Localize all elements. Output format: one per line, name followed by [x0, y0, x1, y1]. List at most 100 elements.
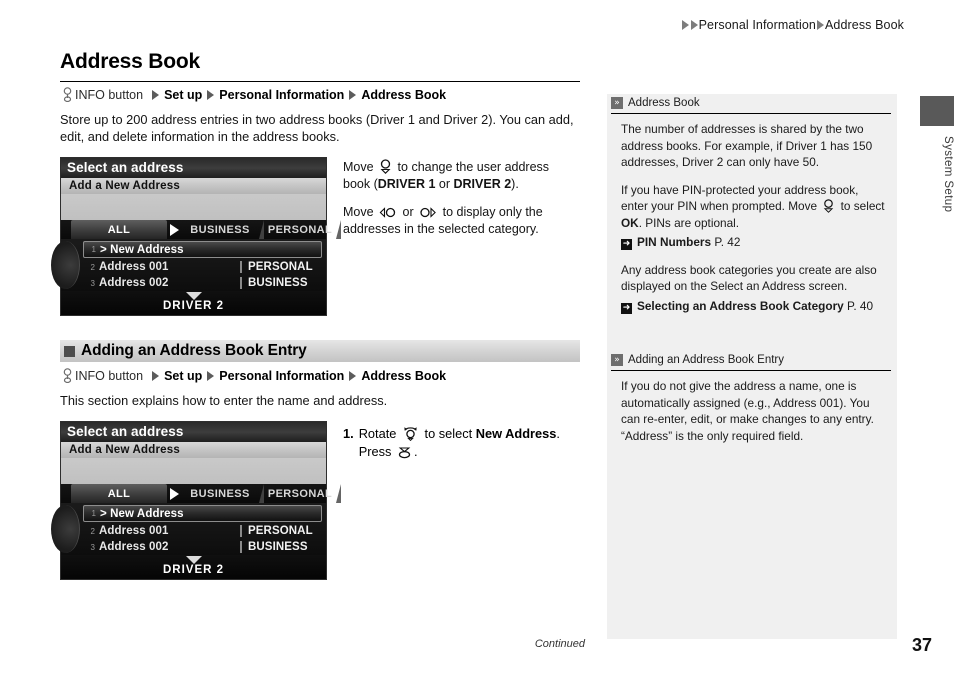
list-item[interactable]: 1 > New Address: [83, 505, 322, 522]
nav-tab-next-icon: [167, 484, 181, 503]
section-heading: Adding an Address Book Entry: [81, 342, 307, 359]
cross-reference-select-category[interactable]: ➜ Selecting an Address Book Category P. …: [621, 298, 885, 315]
step-target: New Address: [475, 426, 557, 441]
nav-path-step-personal-information: Personal Information: [219, 87, 345, 102]
step-item-1: 1. Rotate to select New Address. Press .: [343, 421, 575, 461]
chevron-right-icon: [690, 20, 698, 30]
list-item-category: BUSINESS: [240, 541, 322, 553]
breadcrumb: Personal Information Address Book: [0, 18, 904, 32]
nav-tab-all[interactable]: ALL: [71, 484, 167, 503]
nav-path-secondary: INFO button Set up Personal Information …: [60, 368, 580, 383]
list-item[interactable]: 3 Address 002 BUSINESS: [83, 275, 322, 291]
info-paragraph: The number of addresses is shared by the…: [621, 122, 873, 169]
figure-note-move-vertical: Move to change the user address book (DR…: [343, 159, 575, 193]
page-number: 37: [911, 635, 932, 655]
figure-block-2: Select an address Add a New Address ALL …: [51, 421, 580, 580]
nav-screen-blank-area: [61, 194, 326, 220]
nav-tab-personal[interactable]: PERSONAL: [264, 484, 336, 503]
nav-path-button-label: INFO button: [75, 368, 144, 383]
chevron-right-icon: [207, 89, 215, 100]
pin-text-mid: to select: [840, 199, 885, 213]
section-tab-label: System Setup: [942, 136, 954, 213]
nav-screen-subtitle: Add a New Address: [61, 442, 326, 458]
list-item-label: > New Address: [100, 243, 184, 256]
list-item-label: Address 001: [99, 525, 169, 537]
info-header-rule: [611, 113, 891, 114]
nav-tab-business[interactable]: BUSINESS: [181, 220, 259, 239]
step-text: Rotate to select New Address. Press .: [359, 425, 560, 461]
note-or: or: [438, 177, 451, 191]
scroll-knob-icon: [51, 505, 80, 553]
info-section-address-book: » Address Book The number of addresses i…: [607, 94, 897, 314]
page-title: Address Book: [60, 50, 200, 73]
info-paragraph-categories: Any address book categories you create a…: [621, 262, 877, 294]
rotate-knob-icon: [402, 425, 419, 441]
list-item[interactable]: 3 Address 002 BUSINESS: [83, 539, 322, 555]
double-chevron-icon: »: [611, 97, 623, 109]
note-move-label: Move: [343, 205, 374, 219]
info-header-rule: [611, 370, 891, 371]
panel-spacer: [607, 325, 897, 351]
section-tab-block: [920, 96, 954, 126]
info-paragraph-pin: If you have PIN-protected your address b…: [621, 182, 885, 232]
reference-page: P. 42: [714, 235, 741, 249]
list-item-label: Address 001: [99, 261, 169, 273]
pin-text-end: . PINs are optional.: [638, 215, 740, 230]
reference-arrow-icon: ➜: [621, 239, 632, 250]
chevron-right-icon: [152, 370, 160, 381]
nav-screen-title: Select an address: [61, 422, 326, 442]
reference-arrow-icon: ➜: [621, 302, 632, 314]
continued-label: Continued: [534, 638, 585, 650]
figure-block-1: Select an address Add a New Address ALL …: [51, 157, 580, 316]
note-move-label: Move: [343, 160, 374, 174]
joystick-down-icon: [379, 159, 392, 174]
figure-notes-1: Move to change the user address book (DR…: [343, 157, 575, 249]
chevron-right-icon: [207, 370, 215, 381]
section-intro-paragraph: This section explains how to enter the n…: [60, 393, 388, 408]
nav-screen-footer: DRIVER 2: [61, 291, 326, 315]
list-item-number: 3: [90, 542, 95, 552]
reference-page: P. 40: [847, 298, 874, 313]
list-item[interactable]: 1 > New Address: [83, 241, 322, 258]
section-header: Adding an Address Book Entry: [60, 340, 580, 362]
title-rule: [60, 81, 580, 82]
list-item[interactable]: 2 Address 001 PERSONAL: [83, 523, 322, 539]
nav-path-primary: INFO button Set up Personal Information …: [60, 87, 580, 102]
nav-screen-driver-label: DRIVER 2: [162, 300, 225, 312]
info-knob-icon: [62, 368, 73, 383]
info-section-title: Adding an Address Book Entry: [628, 354, 784, 366]
list-item-number: 1: [91, 245, 96, 254]
info-section-body: If you do not give the address a name, o…: [607, 378, 897, 444]
section-tab: System Setup: [920, 96, 954, 212]
nav-screen-list: 1 > New Address 2 Address 001 PERSONAL 3…: [51, 503, 326, 555]
chevron-right-icon: [349, 89, 357, 100]
step-period: .: [556, 426, 560, 441]
nav-tab-personal[interactable]: PERSONAL: [264, 220, 336, 239]
breadcrumb-item-address-book: Address Book: [824, 18, 904, 32]
step-verb: Rotate: [358, 426, 397, 441]
info-section-header: » Adding an Address Book Entry: [607, 351, 897, 369]
intro-paragraph: Store up to 200 address entries in two a…: [60, 112, 574, 144]
scroll-down-icon: [185, 292, 202, 300]
nav-tab-all[interactable]: ALL: [71, 220, 167, 239]
list-item-category: PERSONAL: [240, 261, 322, 273]
nav-screen-tabbar: ALL BUSINESS PERSONAL: [61, 484, 341, 503]
note-end: ).: [511, 177, 519, 191]
nav-screen-driver-label: DRIVER 2: [162, 564, 225, 576]
list-item-label: > New Address: [100, 507, 184, 520]
list-item-category: PERSONAL: [240, 525, 322, 537]
list-item-number: 1: [91, 509, 96, 518]
pin-ok-label: OK: [621, 215, 639, 230]
reference-title: Selecting an Address Book Category: [637, 298, 844, 313]
cross-reference-pin-numbers[interactable]: ➜ PIN Numbers P. 42: [621, 234, 885, 251]
breadcrumb-item-personal-information: Personal Information: [698, 18, 816, 32]
nav-path-step-address-book: Address Book: [361, 87, 447, 102]
list-item[interactable]: 2 Address 001 PERSONAL: [83, 259, 322, 275]
nav-tab-business[interactable]: BUSINESS: [181, 484, 259, 503]
nav-screen-blank-area: [61, 458, 326, 484]
reference-title: PIN Numbers: [637, 235, 712, 249]
tab-separator: [336, 484, 341, 503]
chevron-right-icon: [681, 20, 689, 30]
nav-screen-title: Select an address: [61, 158, 326, 178]
step-connector: to select: [424, 426, 473, 441]
